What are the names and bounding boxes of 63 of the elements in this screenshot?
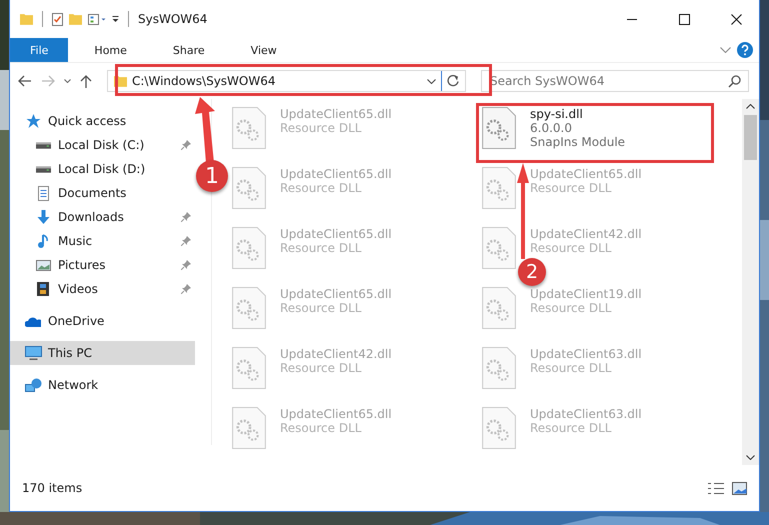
dropdown-icon[interactable] [112, 16, 119, 22]
file-detail: Resource DLL [280, 421, 362, 435]
sidebar-item[interactable]: This PC [10, 341, 195, 365]
refresh-icon[interactable] [447, 75, 459, 87]
chevron-down-icon[interactable] [427, 78, 436, 84]
sidebar-item[interactable]: Local Disk (D:) [10, 157, 195, 181]
file-detail: Resource DLL [530, 421, 612, 435]
sidebar-item[interactable]: Documents [10, 181, 195, 205]
address-bar[interactable]: C:\Windows\SysWOW64 [107, 70, 466, 92]
file-detail: Resource DLL [280, 121, 362, 135]
maximize-icon[interactable] [678, 14, 690, 24]
sidebar-item[interactable]: Quick access [10, 109, 195, 133]
up-arrow-icon[interactable] [80, 74, 92, 88]
minimize-icon[interactable] [627, 18, 637, 20]
film-icon [37, 282, 49, 296]
gear-file-icon[interactable] [482, 107, 516, 149]
sidebar-item[interactable]: Pictures [10, 253, 195, 277]
large-icons-view-icon[interactable] [732, 482, 747, 494]
file-detail: Resource DLL [530, 181, 612, 195]
scrollbar-thumb[interactable] [744, 115, 757, 160]
picture-icon [36, 260, 50, 270]
search-icon [728, 75, 741, 88]
folder-icon [20, 14, 33, 24]
file-detail: Resource DLL [530, 361, 612, 375]
file-detail: Resource DLL [280, 301, 362, 315]
file-name[interactable]: spy-si.dll [530, 107, 626, 121]
drive-icon [36, 142, 50, 148]
sidebar-item[interactable]: Local Disk (C:) [10, 133, 195, 157]
document-icon [38, 186, 48, 200]
file-detail: Resource DLL [530, 301, 612, 315]
music-note-icon [38, 234, 48, 248]
sidebar-item[interactable]: Downloads [10, 205, 195, 229]
cloud-icon [25, 316, 41, 326]
item-count: 170 items [22, 481, 82, 495]
network-icon [24, 378, 42, 392]
address-path: C:\Windows\SysWOW64 [132, 74, 276, 88]
ribbon-tab[interactable]: File [10, 38, 68, 62]
window-title: SysWOW64 [138, 12, 208, 26]
details-view-icon[interactable] [708, 482, 724, 494]
star-icon [26, 114, 40, 128]
back-arrow-icon[interactable] [18, 75, 32, 87]
sidebar-item[interactable]: Music [10, 229, 195, 253]
file-detail: SnapIns Module [530, 135, 626, 149]
drive-icon [36, 166, 50, 172]
file-detail: Resource DLL [530, 241, 612, 255]
file-detail: Resource DLL [280, 241, 362, 255]
checkmark-icon[interactable] [52, 12, 63, 26]
download-arrow-icon [36, 210, 50, 224]
chevron-down-icon[interactable] [64, 79, 71, 83]
properties-icon[interactable] [88, 14, 106, 24]
help-icon[interactable] [737, 42, 753, 58]
scroll-up-icon[interactable] [746, 104, 755, 109]
callout-arrow [194, 97, 216, 163]
monitor-icon [24, 346, 42, 360]
sidebar-item[interactable]: Network [10, 373, 195, 397]
file-detail: Resource DLL [280, 361, 362, 375]
file-detail: 6.0.0.0 [530, 121, 573, 135]
file-detail: Resource DLL [280, 181, 362, 195]
scroll-down-icon[interactable] [746, 455, 755, 460]
search-field[interactable]: Search SysWOW64 [481, 70, 749, 92]
sidebar-item[interactable]: Videos [10, 277, 195, 301]
close-icon[interactable] [730, 14, 742, 24]
sidebar-item[interactable]: OneDrive [10, 309, 195, 333]
